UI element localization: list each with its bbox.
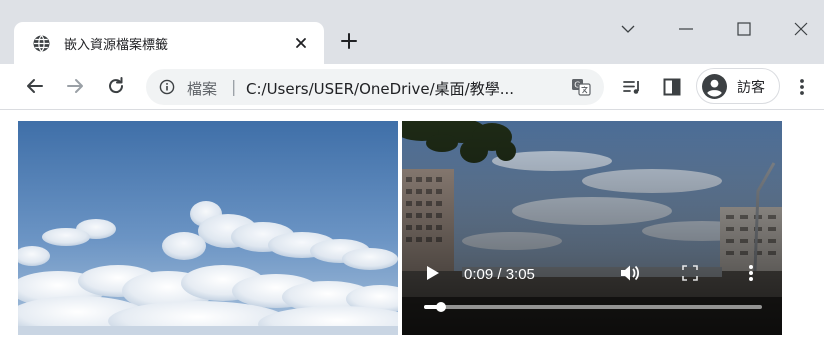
close-icon[interactable]: [790, 18, 812, 40]
side-panel-icon[interactable]: [661, 76, 683, 98]
url-text[interactable]: C:/Users/USER/OneDrive/桌面/教學...: [246, 78, 564, 99]
minimize-icon[interactable]: [675, 18, 697, 40]
reading-list-icon[interactable]: [621, 76, 643, 98]
page-content: 0:09 / 3:05: [0, 110, 824, 356]
volume-icon[interactable]: [620, 264, 640, 282]
address-bar[interactable]: 檔案 | C:/Users/USER/OneDrive/桌面/教學... G: [146, 69, 604, 105]
reload-icon[interactable]: [105, 75, 127, 97]
person-icon: [702, 74, 727, 99]
arrow-right-icon[interactable]: [64, 75, 86, 97]
video-progress-thumb[interactable]: [435, 302, 446, 312]
video-player[interactable]: 0:09 / 3:05: [402, 121, 782, 335]
play-icon[interactable]: [426, 265, 440, 281]
close-icon[interactable]: [292, 34, 310, 52]
video-time: 0:09 / 3:05: [464, 266, 535, 283]
url-scheme-label: 檔案: [187, 80, 218, 98]
browser-toolbar: 檔案 | C:/Users/USER/OneDrive/桌面/教學... G 訪…: [0, 64, 824, 110]
profile-name: 訪客: [737, 80, 765, 96]
globe-icon: [33, 35, 50, 52]
url-separator: |: [231, 77, 237, 96]
more-options-icon[interactable]: [748, 264, 754, 282]
maximize-icon[interactable]: [733, 18, 755, 40]
info-icon[interactable]: [159, 79, 175, 95]
video-progress-bar[interactable]: [424, 302, 762, 312]
tab-strip: 嵌入資源檔案標籤: [0, 0, 824, 64]
profile-button[interactable]: 訪客: [696, 68, 780, 104]
browser-tab[interactable]: 嵌入資源檔案標籤: [14, 22, 324, 64]
fullscreen-icon[interactable]: [682, 265, 698, 281]
sky-image: [18, 121, 398, 335]
kebab-menu-icon[interactable]: [792, 76, 812, 98]
video-frame: [402, 121, 782, 335]
translate-icon[interactable]: G: [571, 78, 591, 96]
plus-icon[interactable]: [339, 31, 359, 51]
tab-title: 嵌入資源檔案標籤: [64, 38, 169, 53]
chevron-down-icon[interactable]: [617, 18, 639, 40]
arrow-left-icon[interactable]: [24, 75, 46, 97]
